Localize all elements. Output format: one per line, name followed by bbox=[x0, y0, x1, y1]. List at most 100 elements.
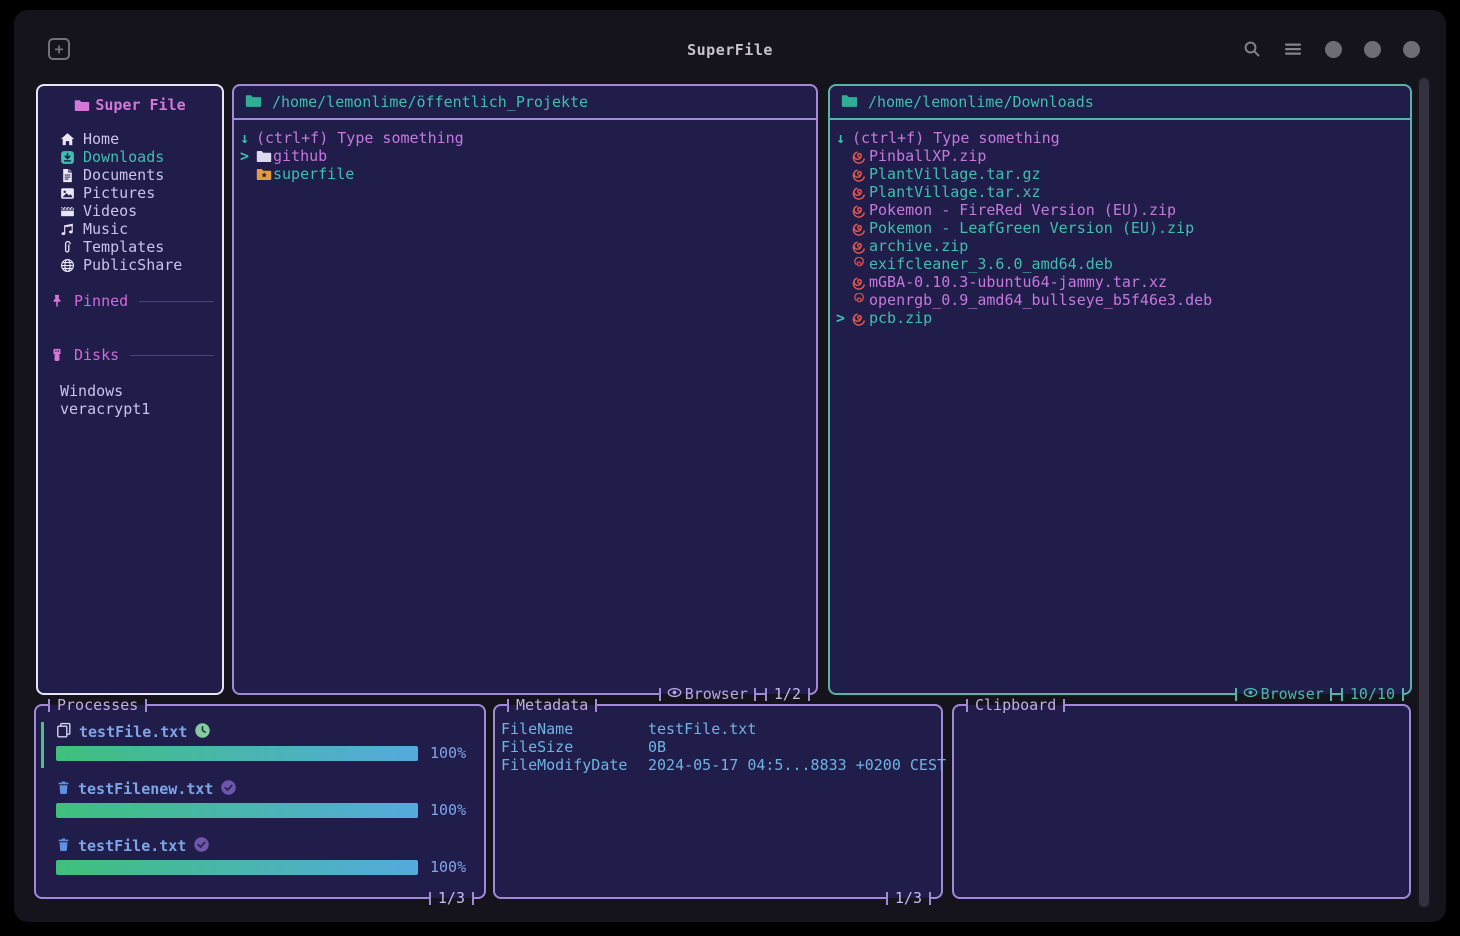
window-button-maximize[interactable] bbox=[1364, 41, 1381, 58]
file-row[interactable]: Pokemon - LeafGreen Version (EU).zip bbox=[836, 219, 1404, 237]
process-item[interactable]: testFilenew.txt 100% bbox=[56, 779, 472, 819]
archive-icon bbox=[852, 167, 869, 182]
trash-icon bbox=[56, 780, 71, 799]
file-row[interactable]: PlantVillage.tar.xz bbox=[836, 183, 1404, 201]
panel-footer: Browser 1/2 bbox=[659, 684, 810, 704]
sidebar-section-disks: Disks bbox=[50, 346, 222, 364]
file-row[interactable]: PlantVillage.tar.gz bbox=[836, 165, 1404, 183]
copy-icon bbox=[56, 722, 72, 742]
sidebar-item-downloads[interactable]: Downloads bbox=[60, 148, 222, 166]
folder-icon bbox=[841, 92, 858, 113]
sidebar-item-pictures[interactable]: Pictures bbox=[60, 184, 222, 202]
processes-panel: Processes testFile.txt 100% testFilenew.… bbox=[34, 704, 486, 899]
process-cursor bbox=[41, 722, 44, 768]
file-row[interactable]: superfile bbox=[240, 165, 810, 183]
trash-icon bbox=[56, 837, 71, 856]
progress-bar bbox=[56, 803, 418, 818]
file-row[interactable]: PinballXP.zip bbox=[836, 147, 1404, 165]
process-name: testFilenew.txt bbox=[78, 780, 213, 798]
window-title: SuperFile bbox=[14, 41, 1446, 59]
titlebar: + SuperFile bbox=[14, 10, 1446, 74]
file-name: Pokemon - LeafGreen Version (EU).zip bbox=[869, 219, 1194, 237]
folder-icon bbox=[74, 97, 91, 113]
process-item[interactable]: testFile.txt 100% bbox=[56, 836, 472, 876]
search-placeholder: (ctrl+f) Type something bbox=[852, 129, 1060, 147]
file-row[interactable]: exifcleaner_3.6.0_amd64.deb bbox=[836, 255, 1404, 273]
file-name: archive.zip bbox=[869, 237, 968, 255]
path-text: /home/lemonlime/öffentlich_Projekte bbox=[272, 93, 588, 111]
deb-icon bbox=[852, 257, 869, 272]
sidebar-item-videos[interactable]: Videos bbox=[60, 202, 222, 220]
panel-title: Metadata bbox=[507, 695, 597, 715]
sidebar-item-documents[interactable]: Documents bbox=[60, 166, 222, 184]
search-placeholder: (ctrl+f) Type something bbox=[256, 129, 464, 147]
file-row[interactable]: > github bbox=[240, 147, 810, 165]
process-item[interactable]: testFile.txt 100% bbox=[56, 722, 472, 762]
superfile-window: + SuperFile Super File Home bbox=[14, 10, 1446, 922]
progress-percent: 100% bbox=[430, 744, 472, 762]
search-arrow-icon: ↓ bbox=[240, 129, 256, 147]
file-row[interactable]: Pokemon - FireRed Version (EU).zip bbox=[836, 201, 1404, 219]
scrollbar-thumb[interactable] bbox=[1419, 78, 1429, 907]
image-icon bbox=[60, 186, 78, 201]
metadata-row: FileName testFile.txt bbox=[501, 720, 937, 738]
sidebar-item-publicshare[interactable]: PublicShare bbox=[60, 256, 222, 274]
progress-bar bbox=[56, 746, 418, 761]
process-name: testFile.txt bbox=[78, 837, 186, 855]
divider bbox=[139, 301, 214, 302]
panel-count: 1/3 bbox=[886, 888, 931, 908]
pin-icon bbox=[50, 294, 67, 308]
panel-title: Processes bbox=[48, 695, 147, 715]
eye-icon bbox=[667, 685, 682, 704]
file-row[interactable]: > pcb.zip bbox=[836, 309, 1404, 327]
panel-count: 10/10 bbox=[1343, 684, 1402, 704]
file-name: PinballXP.zip bbox=[869, 147, 986, 165]
file-name: openrgb_0.9_amd64_bullseye_b5f46e3.deb bbox=[869, 291, 1212, 309]
archive-icon bbox=[852, 311, 869, 326]
window-scrollbar[interactable] bbox=[1417, 76, 1431, 909]
file-name: github bbox=[273, 147, 327, 165]
archive-icon bbox=[852, 149, 869, 164]
sidebar-title: Super File bbox=[38, 86, 222, 116]
metadata-value: 2024-05-17 04:5...8833 +0200 CEST bbox=[648, 756, 946, 774]
metadata-value: 0B bbox=[648, 738, 666, 756]
file-row[interactable]: mGBA-0.10.3-ubuntu64-jammy.tar.xz bbox=[836, 273, 1404, 291]
file-row[interactable]: openrgb_0.9_amd64_bullseye_b5f46e3.deb bbox=[836, 291, 1404, 309]
divider bbox=[130, 355, 214, 356]
metadata-key: FileName bbox=[501, 720, 648, 738]
sidebar-item-music[interactable]: Music bbox=[60, 220, 222, 238]
progress-bar bbox=[56, 860, 418, 875]
disk-item-veracrypt1[interactable]: veracrypt1 bbox=[38, 400, 222, 418]
path-bar: /home/lemonlime/Downloads bbox=[830, 86, 1410, 120]
panel-mode: Browser bbox=[685, 685, 748, 703]
sidebar-item-templates[interactable]: Templates bbox=[60, 238, 222, 256]
panel-mode: Browser bbox=[1261, 685, 1324, 703]
sidebar-item-home[interactable]: Home bbox=[60, 130, 222, 148]
folder-icon bbox=[245, 92, 262, 113]
sidebar-panel: Super File Home Downloads Documents Pict… bbox=[36, 84, 224, 695]
panel-count: 1/3 bbox=[429, 888, 474, 908]
window-button-close[interactable] bbox=[1403, 41, 1420, 58]
search-row[interactable]: ↓ (ctrl+f) Type something bbox=[240, 129, 810, 147]
archive-icon bbox=[852, 239, 869, 254]
progress-percent: 100% bbox=[430, 801, 472, 819]
window-button-minimize[interactable] bbox=[1325, 41, 1342, 58]
file-panel-projects: /home/lemonlime/öffentlich_Projekte ↓ (c… bbox=[232, 84, 818, 695]
disk-item-windows[interactable]: Windows bbox=[38, 382, 222, 400]
cursor-icon: > bbox=[240, 147, 256, 165]
metadata-panel: Metadata FileName testFile.txt FileSize … bbox=[493, 704, 943, 899]
file-name: mGBA-0.10.3-ubuntu64-jammy.tar.xz bbox=[869, 273, 1167, 291]
archive-icon bbox=[852, 203, 869, 218]
eye-icon bbox=[1243, 685, 1258, 704]
search-row[interactable]: ↓ (ctrl+f) Type something bbox=[836, 129, 1404, 147]
music-icon bbox=[60, 222, 78, 237]
menu-icon[interactable] bbox=[1283, 41, 1303, 57]
usb-disk-icon bbox=[50, 348, 67, 362]
film-icon bbox=[60, 204, 78, 219]
globe-icon bbox=[60, 258, 78, 273]
file-row[interactable]: archive.zip bbox=[836, 237, 1404, 255]
progress-percent: 100% bbox=[430, 858, 472, 876]
search-icon[interactable] bbox=[1243, 40, 1261, 58]
download-icon bbox=[60, 150, 78, 165]
file-panel-downloads: /home/lemonlime/Downloads ↓ (ctrl+f) Typ… bbox=[828, 84, 1412, 695]
